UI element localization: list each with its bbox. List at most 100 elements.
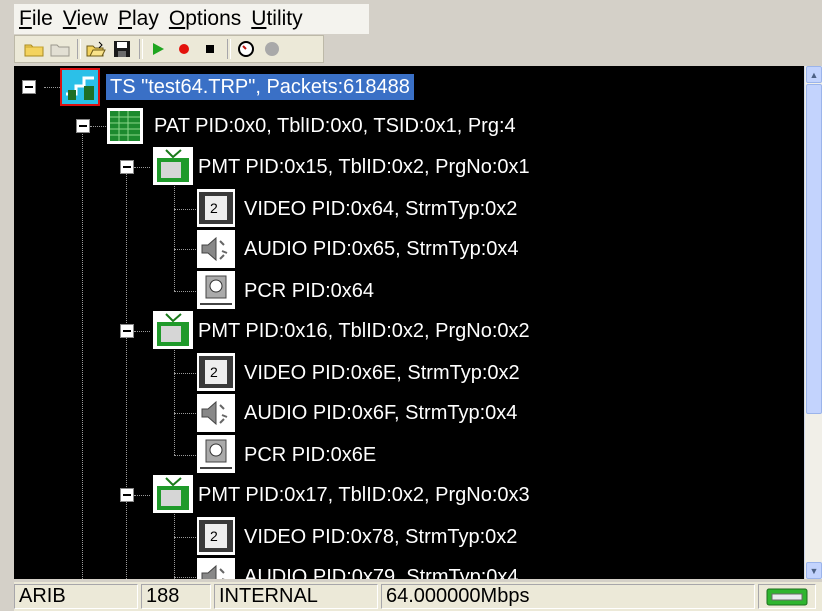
tree-connector [174,291,196,292]
audio-speaker-icon[interactable] [196,229,236,269]
status-packet-size: 188 [141,584,211,609]
speed-gauge-icon [238,41,254,57]
menu-file-label: ile [31,7,53,30]
menu-options[interactable]: Options [164,4,246,34]
tree-node-audio-1[interactable]: AUDIO PID:0x65, StrmTyp:0x4 [244,236,519,262]
vertical-scrollbar[interactable]: ▲ ▼ [804,66,822,579]
collapse-pat-toggle[interactable] [76,119,90,133]
tree-connector [174,413,196,414]
pcr-clock-icon[interactable] [196,434,236,474]
toolbar-separator [227,39,231,59]
device-status-icon [766,588,808,605]
chevron-down-icon: ▼ [809,565,819,576]
tree-connector [174,577,196,578]
audio-speaker-icon[interactable] [196,557,236,579]
record-icon [179,44,189,54]
chevron-up-icon: ▲ [809,69,819,80]
tree-node-pmt-2[interactable]: PMT PID:0x16, TblID:0x2, PrgNo:0x2 [198,318,530,344]
menu-utility-label: tility [266,7,303,30]
tree-connector [174,338,175,455]
menu-file[interactable]: File [14,4,58,34]
tv-icon[interactable] [152,310,194,350]
disabled-button[interactable] [261,38,283,60]
menu-view-mnemonic: V [62,7,77,30]
tree-connector [134,331,150,332]
table-grid-icon[interactable] [106,107,144,145]
tree-node-video-2[interactable]: VIDEO PID:0x6E, StrmTyp:0x2 [244,360,520,386]
tree-node-pcr-1[interactable]: PCR PID:0x64 [244,278,374,304]
status-standard: ARIB [14,584,138,609]
tree-node-video-3[interactable]: VIDEO PID:0x78, StrmTyp:0x2 [244,524,517,550]
scroll-down-button[interactable]: ▼ [806,562,822,579]
menu-options-mnemonic: O [168,7,186,30]
tree-connector [134,495,150,496]
tree-node-ts[interactable]: TS "test64.TRP", Packets:618488 [106,74,414,100]
tree-connector [174,373,196,374]
tree-connector [174,537,196,538]
stop-button[interactable] [199,38,221,60]
tree-node-audio-2[interactable]: AUDIO PID:0x6F, StrmTyp:0x4 [244,400,517,426]
collapse-pmt-2-toggle[interactable] [120,324,134,338]
collapse-ts-toggle[interactable] [22,80,36,94]
tree-node-pat[interactable]: PAT PID:0x0, TblID:0x0, TSID:0x1, Prg:4 [154,113,516,139]
scroll-up-button[interactable]: ▲ [806,66,822,83]
status-clock-source: INTERNAL [214,584,378,609]
stream-tree[interactable]: TS "test64.TRP", Packets:618488 PAT PID:… [14,66,804,579]
menu-utility-mnemonic: U [251,7,267,30]
tree-node-pmt-1[interactable]: PMT PID:0x15, TblID:0x2, PrgNo:0x1 [198,154,530,180]
menu-options-label: ptions [185,7,242,30]
tv-icon[interactable] [152,146,194,186]
collapse-pmt-3-toggle[interactable] [120,488,134,502]
audio-speaker-icon[interactable] [196,393,236,433]
scroll-thumb[interactable] [806,84,822,414]
menu-view[interactable]: View [58,4,113,34]
folder-button[interactable] [49,38,71,60]
play-button[interactable] [147,38,169,60]
menu-play-mnemonic: P [118,7,133,30]
status-indicator [758,584,816,609]
stop-icon [206,45,214,53]
svg-text:2: 2 [210,528,218,544]
tree-node-audio-3[interactable]: AUDIO PID:0x79, StrmTyp:0x4 [244,564,519,579]
status-bitrate: 64.000000Mbps [381,584,755,609]
tree-node-video-1[interactable]: VIDEO PID:0x64, StrmTyp:0x2 [244,196,517,222]
video-film-icon[interactable]: 2 [196,516,236,556]
speed-gauge-button[interactable] [235,38,257,60]
tree-connector [126,172,127,579]
disabled-circle-icon [265,42,279,56]
tree-connector [174,174,175,291]
play-icon [153,43,164,55]
save-button[interactable] [111,38,133,60]
folder-icon [50,44,70,57]
tree-connector [44,87,60,88]
tv-icon[interactable] [152,474,194,514]
menu-play-label: lay [132,7,159,30]
svg-text:2: 2 [210,200,218,216]
svg-text:2: 2 [210,364,218,380]
toolbar-separator [77,39,81,59]
toolbar-separator [139,39,143,59]
menu-bar: File View Play Options Utility [14,4,369,34]
video-film-icon[interactable]: 2 [196,352,236,392]
record-button[interactable] [173,38,195,60]
new-folder-button[interactable] [23,38,45,60]
menu-view-label: iew [76,7,108,30]
tree-node-pmt-3[interactable]: PMT PID:0x17, TblID:0x2, PrgNo:0x3 [198,482,530,508]
open-button[interactable] [85,38,107,60]
tree-connector [174,455,196,456]
menu-utility[interactable]: Utility [246,4,307,34]
tree-connector [174,209,196,210]
tree-connector [174,249,196,250]
toolbar [14,35,324,63]
menu-play[interactable]: Play [113,4,164,34]
save-icon [114,41,130,57]
video-film-icon[interactable]: 2 [196,188,236,228]
pcr-clock-icon[interactable] [196,270,236,310]
tree-connector [134,167,150,168]
tree-connector [82,134,83,579]
tree-connector [90,126,106,127]
tree-node-pcr-2[interactable]: PCR PID:0x6E [244,442,376,468]
collapse-pmt-1-toggle[interactable] [120,160,134,174]
menu-file-mnemonic: F [19,7,32,30]
transport-stream-icon[interactable] [60,68,100,106]
